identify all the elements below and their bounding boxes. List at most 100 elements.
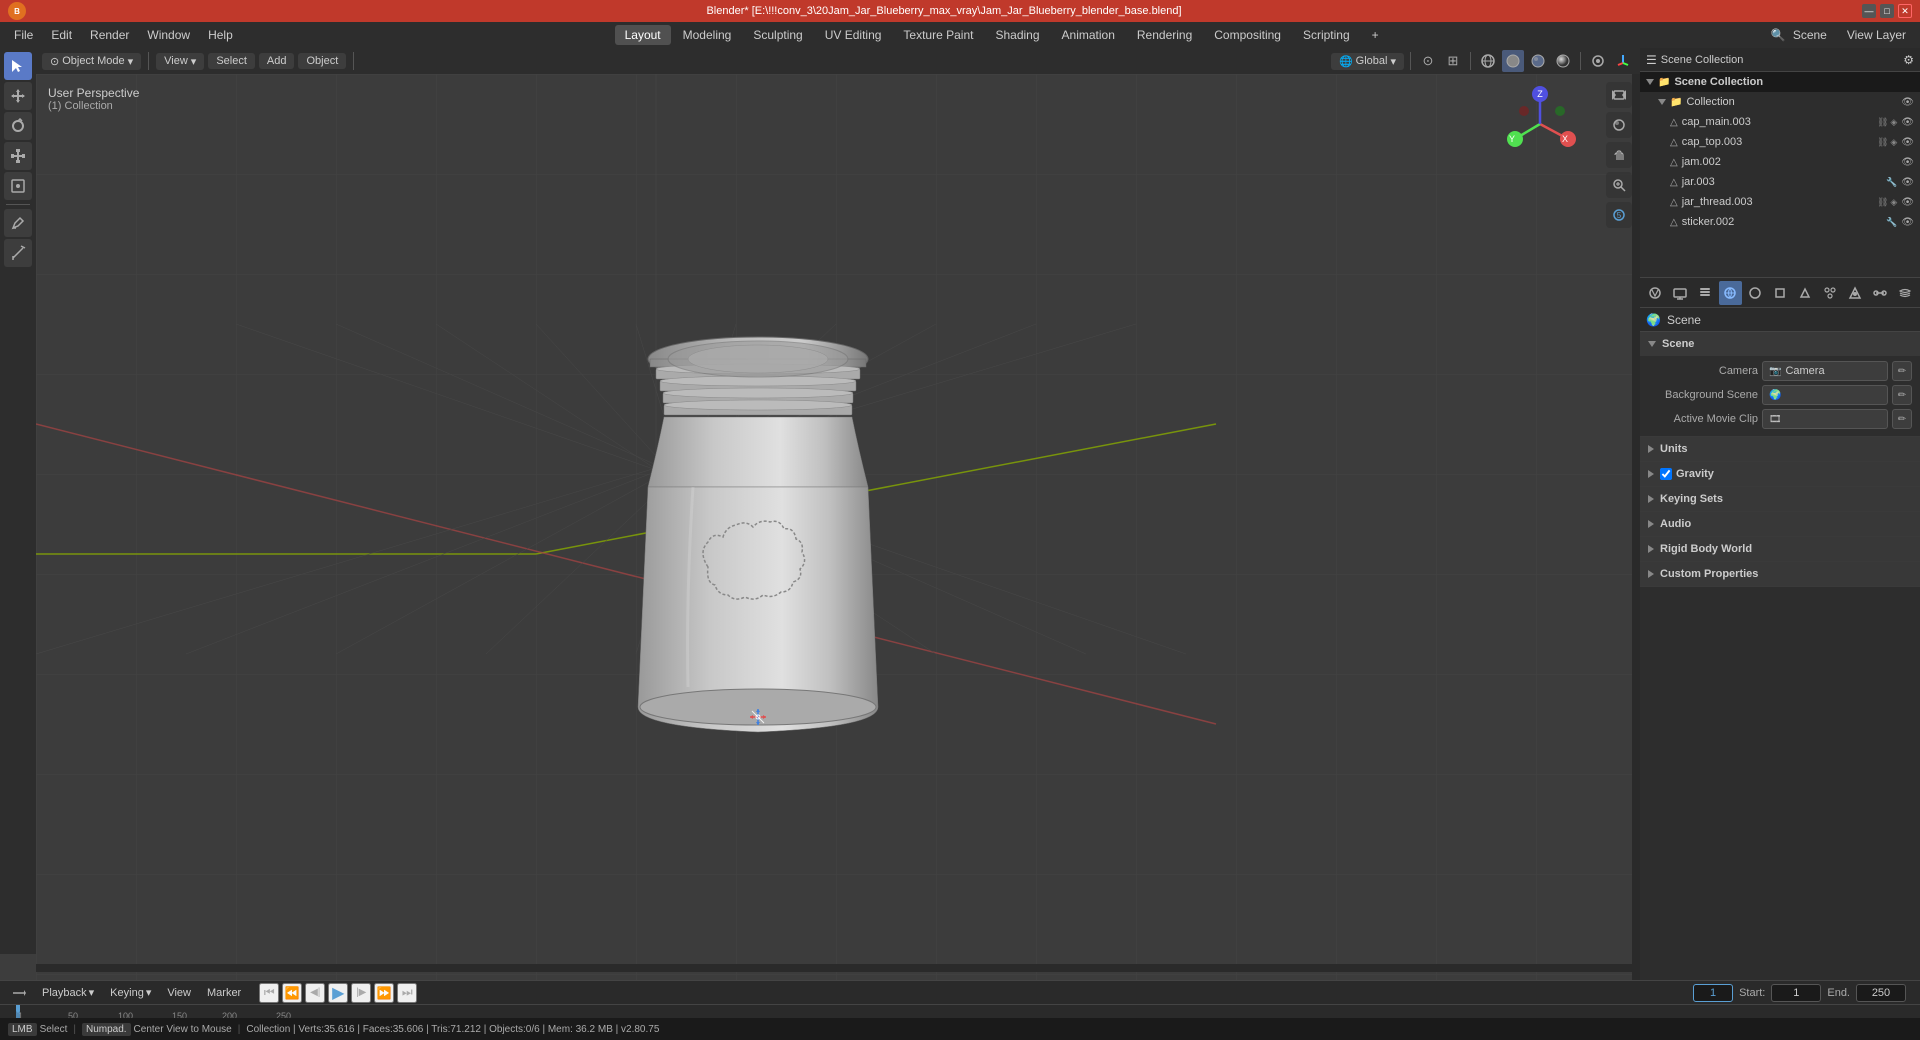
menu-window[interactable]: Window	[139, 26, 198, 44]
camera-view-button[interactable]	[1606, 82, 1632, 108]
transform-global[interactable]: 🌐 Global ▾	[1331, 53, 1404, 70]
bg-scene-edit-btn[interactable]: ✏	[1892, 385, 1912, 405]
prev-keyframe-button[interactable]: ◀|	[305, 983, 325, 1003]
outliner-jam[interactable]: △ jam.002 👁	[1640, 152, 1920, 172]
toggle-perspective[interactable]: 5	[1606, 202, 1632, 228]
tab-layout[interactable]: Layout	[615, 25, 671, 45]
outliner-jar[interactable]: △ jar.003 🔧 👁	[1640, 172, 1920, 192]
vis-icon[interactable]: 👁	[1901, 177, 1914, 188]
outliner-jar-thread[interactable]: △ jar_thread.003 ⛓ ◈ 👁	[1640, 192, 1920, 212]
scene-section-header[interactable]: Scene	[1640, 332, 1920, 356]
tab-sculpting[interactable]: Sculpting	[743, 25, 812, 45]
pivot-button[interactable]: ⊙	[1417, 50, 1439, 72]
vis-icon[interactable]: 👁	[1901, 117, 1914, 128]
tab-add[interactable]: +	[1362, 25, 1389, 45]
tab-uv-editing[interactable]: UV Editing	[815, 25, 892, 45]
object-props-icon[interactable]	[1769, 281, 1792, 305]
keying-sets-section-header[interactable]: Keying Sets	[1640, 487, 1920, 511]
play-button[interactable]: ▶	[328, 983, 348, 1003]
modifier-props-icon[interactable]	[1793, 281, 1816, 305]
object-menu[interactable]: Object	[298, 53, 346, 69]
menu-edit[interactable]: Edit	[43, 26, 80, 44]
tool-annotate[interactable]	[4, 209, 32, 237]
add-menu[interactable]: Add	[259, 53, 295, 69]
close-button[interactable]: ✕	[1898, 4, 1912, 18]
physics-props-icon[interactable]	[1843, 281, 1866, 305]
tab-scripting[interactable]: Scripting	[1293, 25, 1360, 45]
tab-modeling[interactable]: Modeling	[673, 25, 742, 45]
constraints-props-icon[interactable]	[1868, 281, 1891, 305]
snap-button[interactable]: ⊞	[1442, 50, 1464, 72]
vis-icon[interactable]: 👁	[1901, 157, 1914, 168]
keying-tab[interactable]: Keying ▾	[104, 984, 157, 1001]
viewport-scrollbar-v[interactable]	[1632, 74, 1640, 980]
timeline-type-selector[interactable]	[6, 984, 32, 1002]
gravity-checkbox[interactable]	[1660, 468, 1672, 480]
end-frame-input[interactable]: 250	[1856, 984, 1906, 1002]
current-frame-display[interactable]: 1	[1693, 984, 1733, 1002]
gizmo-button[interactable]	[1612, 50, 1634, 72]
movie-clip-edit-btn[interactable]: ✏	[1892, 409, 1912, 429]
select-menu[interactable]: Select	[208, 53, 255, 69]
tool-measure[interactable]	[4, 239, 32, 267]
scene-props-icon[interactable]	[1719, 281, 1742, 305]
view-tab[interactable]: View	[161, 985, 197, 1001]
world-props-icon[interactable]	[1744, 281, 1767, 305]
render-props-icon[interactable]	[1644, 281, 1667, 305]
vis-icon-collection[interactable]: 👁	[1901, 97, 1914, 108]
tool-transform[interactable]	[4, 172, 32, 200]
output-props-icon[interactable]	[1669, 281, 1692, 305]
tab-compositing[interactable]: Compositing	[1204, 25, 1291, 45]
tab-texture-paint[interactable]: Texture Paint	[893, 25, 983, 45]
outliner-cap-main[interactable]: △ cap_main.003 ⛓ ◈ 👁	[1640, 112, 1920, 132]
outliner-scene-collection[interactable]: 📁 Scene Collection	[1640, 72, 1920, 92]
playback-tab[interactable]: Playback ▾	[36, 984, 100, 1001]
zoom-button[interactable]	[1606, 172, 1632, 198]
bg-scene-value[interactable]: 🌍	[1762, 385, 1888, 405]
overlays-button[interactable]	[1587, 50, 1609, 72]
jump-start-button[interactable]: ⏮	[259, 983, 279, 1003]
camera-edit-btn[interactable]: ✏	[1892, 361, 1912, 381]
wireframe-shading[interactable]	[1477, 50, 1499, 72]
minimize-button[interactable]: —	[1862, 4, 1876, 18]
orientation-gizmo[interactable]: X Y Z	[1500, 84, 1580, 164]
tab-rendering[interactable]: Rendering	[1127, 25, 1202, 45]
maximize-button[interactable]: □	[1880, 4, 1894, 18]
menu-file[interactable]: File	[6, 26, 41, 44]
step-forward-button[interactable]: ⏩	[374, 983, 394, 1003]
particles-props-icon[interactable]	[1818, 281, 1841, 305]
units-section-header[interactable]: Units	[1640, 437, 1920, 461]
rigid-body-section-header[interactable]: Rigid Body World	[1640, 537, 1920, 561]
next-keyframe-button[interactable]: |▶	[351, 983, 371, 1003]
gravity-section-header[interactable]: Gravity	[1640, 462, 1920, 486]
outliner-sticker[interactable]: △ sticker.002 🔧 👁	[1640, 212, 1920, 232]
tool-move[interactable]	[4, 82, 32, 110]
camera-value[interactable]: 📷 Camera	[1762, 361, 1888, 381]
rendered-shading[interactable]	[1552, 50, 1574, 72]
vis-icon[interactable]: 👁	[1901, 197, 1914, 208]
menu-help[interactable]: Help	[200, 26, 241, 44]
movie-clip-value[interactable]: 🎞	[1762, 409, 1888, 429]
viewport-3d[interactable]: User Perspective (1) Collection X Y Z	[36, 74, 1640, 980]
hand-tool-button[interactable]	[1606, 142, 1632, 168]
outliner-cap-top[interactable]: △ cap_top.003 ⛓ ◈ 👁	[1640, 132, 1920, 152]
jump-end-button[interactable]: ⏭	[397, 983, 417, 1003]
audio-section-header[interactable]: Audio	[1640, 512, 1920, 536]
custom-props-section-header[interactable]: Custom Properties	[1640, 562, 1920, 586]
material-shading[interactable]	[1527, 50, 1549, 72]
vis-icon[interactable]: 👁	[1901, 137, 1914, 148]
object-mode-button[interactable]: ⊙ Object Mode ▾	[42, 53, 141, 70]
data-props-icon[interactable]	[1893, 281, 1916, 305]
render-preview-button[interactable]	[1606, 112, 1632, 138]
tab-animation[interactable]: Animation	[1052, 25, 1125, 45]
viewport-scrollbar-h[interactable]	[36, 964, 1640, 972]
menu-render[interactable]: Render	[82, 26, 137, 44]
view-menu[interactable]: View ▾	[156, 53, 204, 70]
tool-rotate[interactable]	[4, 112, 32, 140]
step-back-button[interactable]: ⏪	[282, 983, 302, 1003]
tool-scale[interactable]	[4, 142, 32, 170]
start-frame-input[interactable]: 1	[1771, 984, 1821, 1002]
outliner-collection[interactable]: 📁 Collection 👁	[1640, 92, 1920, 112]
search-scenes[interactable]: 🔍 Scene	[1763, 26, 1835, 44]
outliner-filter-icon[interactable]: ⚙	[1903, 53, 1914, 67]
